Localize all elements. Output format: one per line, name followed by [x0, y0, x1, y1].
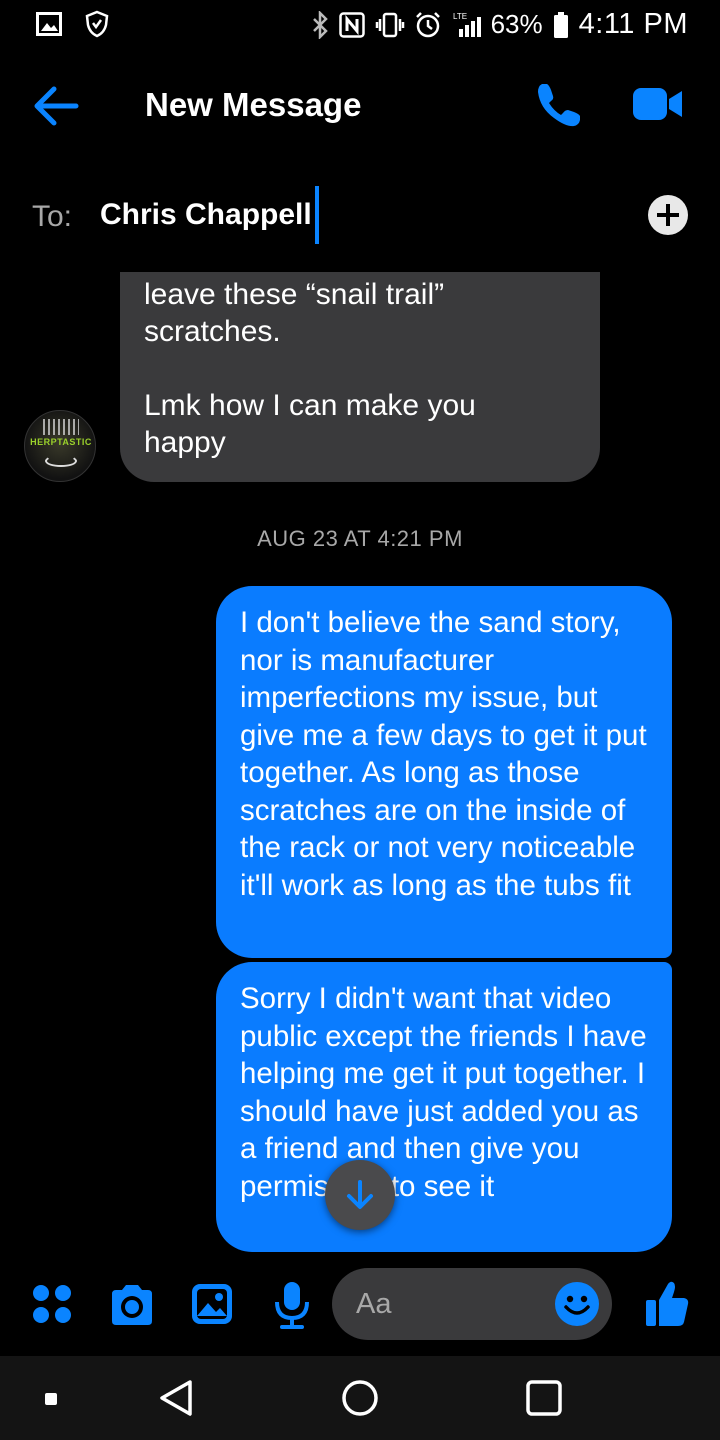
nfc-icon: [338, 11, 365, 38]
vibrate-icon: [375, 12, 404, 37]
phone-call-icon[interactable]: [534, 80, 584, 130]
message-line: Lmk how I can make you: [144, 389, 476, 422]
arrow-down-icon: [347, 1180, 373, 1209]
to-label: To:: [32, 200, 73, 233]
status-bar: LTE 63% 4:11 PM: [0, 0, 720, 48]
outgoing-message-bubble[interactable]: I don't believe the sand story, nor is m…: [216, 586, 672, 958]
apps-grid-icon[interactable]: [32, 1284, 72, 1324]
avatar[interactable]: HERPTASTIC: [24, 410, 96, 482]
gallery-photo-icon[interactable]: [190, 1282, 234, 1326]
bluetooth-icon: [312, 10, 328, 39]
scroll-to-bottom-button[interactable]: [325, 1160, 395, 1230]
outgoing-message-bubble[interactable]: Sorry I didn't want that video public ex…: [216, 962, 672, 1252]
gallery-icon: [36, 12, 62, 36]
header: New Message: [0, 62, 720, 150]
text-caret: [315, 186, 319, 244]
message-input[interactable]: Aa: [332, 1268, 612, 1340]
svg-text:LTE: LTE: [453, 12, 467, 21]
avatar-logo-text: HERPTASTIC: [30, 437, 92, 447]
camera-icon[interactable]: [108, 1284, 156, 1326]
video-call-icon[interactable]: [632, 84, 684, 124]
status-time: 4:11 PM: [578, 8, 688, 40]
message-thread[interactable]: leave these “snail trail” scratches. Lmk…: [0, 272, 720, 1252]
message-line: scratches.: [144, 315, 281, 348]
to-row: To: Chris Chappell: [0, 186, 720, 250]
message-input-placeholder: Aa: [356, 1288, 392, 1320]
square-dot-icon[interactable]: [44, 1392, 58, 1406]
shield-icon: [85, 10, 109, 38]
message-line: happy: [144, 426, 226, 459]
battery-icon: [553, 11, 568, 38]
recipient-input[interactable]: Chris Chappell: [100, 198, 312, 232]
battery-percent: 63%: [490, 9, 543, 39]
home-circle-icon[interactable]: [340, 1378, 380, 1418]
message-line: leave these “snail trail”: [144, 278, 445, 311]
incoming-message-bubble[interactable]: leave these “snail trail” scratches. Lmk…: [120, 272, 600, 482]
emoji-icon[interactable]: [554, 1281, 600, 1327]
message-timestamp: AUG 23 AT 4:21 PM: [257, 526, 463, 551]
composer-bar: Aa: [0, 1262, 720, 1348]
alarm-icon: [415, 11, 440, 37]
microphone-icon[interactable]: [272, 1280, 312, 1330]
thumbs-up-icon[interactable]: [644, 1280, 690, 1328]
system-navigation-bar: [0, 1356, 720, 1440]
recents-square-icon[interactable]: [524, 1378, 564, 1418]
add-recipient-button[interactable]: [648, 195, 688, 235]
page-title: New Message: [145, 86, 362, 123]
lte-signal-icon: LTE: [453, 12, 481, 37]
back-arrow-icon[interactable]: [30, 80, 82, 132]
back-triangle-icon[interactable]: [156, 1378, 196, 1418]
